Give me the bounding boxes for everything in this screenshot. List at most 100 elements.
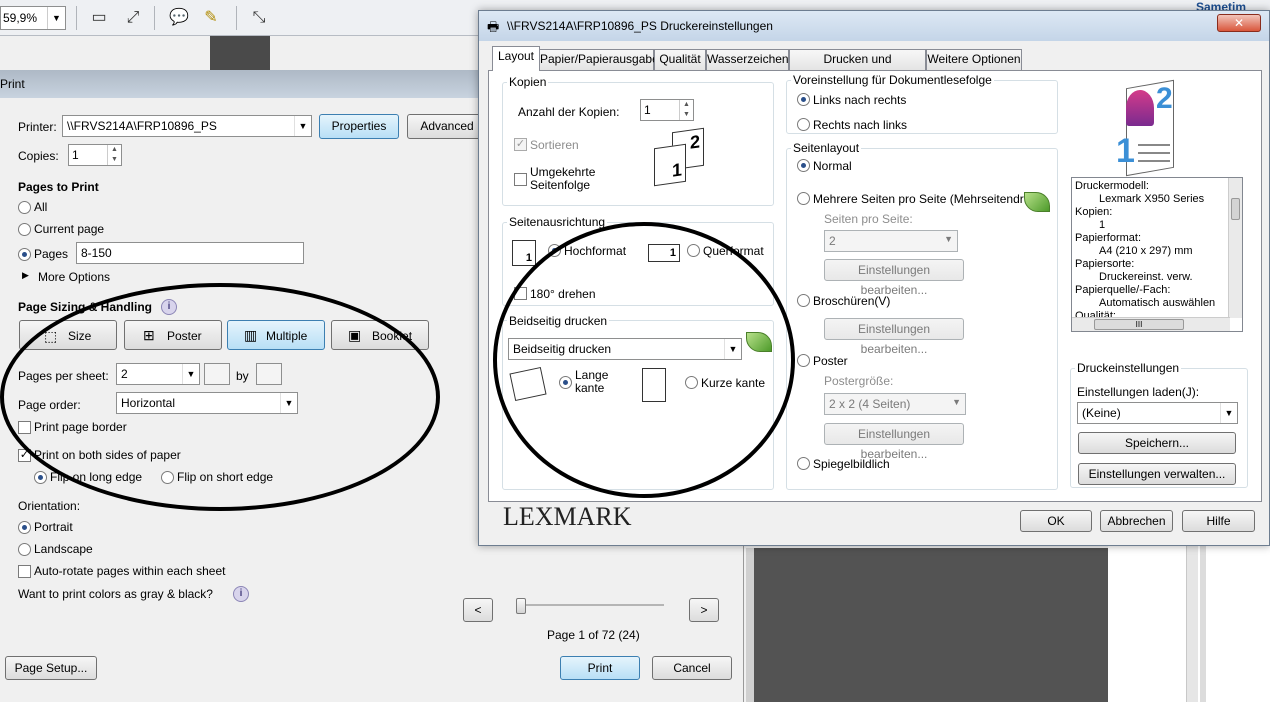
tab-layout[interactable]: Layout <box>492 46 540 71</box>
horizontal-scrollbar[interactable]: III <box>1072 317 1230 331</box>
scroll-thumb[interactable]: III <box>1094 319 1184 330</box>
speichern-button[interactable]: Speichern... <box>1078 432 1236 454</box>
document-gutter <box>746 548 754 702</box>
spin-icon[interactable]: ▲ ▼ <box>679 100 693 120</box>
next-page-button[interactable]: > <box>689 598 719 622</box>
page-two-label: 2 <box>1156 82 1173 115</box>
auto-rotate-label: Auto-rotate pages within each sheet <box>34 564 226 578</box>
pages-radio[interactable] <box>18 248 31 261</box>
info-line: Papierquelle/-Fach: <box>1075 284 1171 296</box>
printer-label: Printer: <box>18 120 57 134</box>
links-nach-rechts-radio[interactable] <box>797 93 810 106</box>
poster-radio[interactable] <box>797 354 810 367</box>
einstellungen-verwalten-button[interactable]: Einstellungen verwalten... <box>1078 463 1236 485</box>
comment-icon[interactable]: 💬 <box>168 7 190 29</box>
gray-question-label: Want to print colors as gray & black? <box>18 587 213 601</box>
info-line: A4 (210 x 297) mm <box>1099 245 1193 257</box>
printer-select[interactable]: \\FRVS214A\FRP10896_PS ▼ <box>62 115 312 137</box>
zoom-combo[interactable]: 59,9% ▼ <box>0 6 66 30</box>
einstellungen-bearbeiten-button[interactable]: Einstellungen bearbeiten... <box>824 423 964 461</box>
more-options-link[interactable]: More Options <box>38 270 110 284</box>
page-indicator: Page 1 of 72 (24) <box>547 628 640 642</box>
previous-page-button[interactable]: < <box>463 598 493 622</box>
current-page-radio[interactable] <box>18 223 31 236</box>
seiten-pro-seite-select[interactable]: 2 ▼ <box>824 230 958 252</box>
einstellungen-bearbeiten-button[interactable]: Einstellungen bearbeiten... <box>824 259 964 297</box>
chevron-down-icon[interactable]: ▼ <box>294 116 311 136</box>
expand-triangle-icon[interactable]: ▶ <box>22 270 29 281</box>
mehrere-seiten-radio[interactable] <box>797 192 810 205</box>
fit-width-icon[interactable]: ⤢ <box>122 7 144 29</box>
landscape-radio[interactable] <box>18 543 31 556</box>
seitenausrichtung-heading: Seitenausrichtung <box>507 215 608 229</box>
postergroesse-label: Postergröße: <box>824 374 894 388</box>
chevron-down-icon[interactable]: ▼ <box>1220 403 1237 423</box>
scroll-thumb[interactable] <box>1231 198 1240 220</box>
document-background <box>210 36 270 70</box>
info-line: Druckereinst. verw. <box>1099 271 1193 283</box>
page-slider-track[interactable] <box>518 604 664 606</box>
info-line: Lexmark X950 Series <box>1099 193 1205 205</box>
rechts-nach-links-radio[interactable] <box>797 118 810 131</box>
all-radio[interactable] <box>18 201 31 214</box>
abbrechen-button[interactable]: Abbrechen <box>1100 510 1173 532</box>
einstellungen-bearbeiten-button[interactable]: Einstellungen bearbeiten... <box>824 318 964 356</box>
pages-range-input[interactable]: 8-150 <box>76 242 304 264</box>
zoom-value: 59,9% <box>3 11 38 25</box>
spiegelbildlich-radio[interactable] <box>797 457 810 470</box>
chevron-down-icon[interactable]: ▼ <box>952 397 961 407</box>
highlight-icon[interactable]: ✎ <box>200 7 222 29</box>
tab-papier[interactable]: Papier/Papierausgabe <box>539 49 659 70</box>
info-line: Papiersorte: <box>1075 258 1135 270</box>
properties-button[interactable]: Properties <box>319 114 399 139</box>
ok-button[interactable]: OK <box>1020 510 1092 532</box>
tab-wasserzeichen[interactable]: Wasserzeichen <box>706 49 789 70</box>
sortieren-checkbox[interactable]: ✓ <box>514 138 527 151</box>
portrait-radio[interactable] <box>18 521 31 534</box>
flip-long-edge-radio[interactable] <box>34 471 47 484</box>
broschueren-radio[interactable] <box>797 294 810 307</box>
tab-qualitaet[interactable]: Qualität <box>654 49 706 70</box>
advanced-button[interactable]: Advanced <box>407 114 487 139</box>
chevron-down-icon[interactable]: ▼ <box>944 234 953 244</box>
anzahl-stepper[interactable]: 1 ▲ ▼ <box>640 99 694 121</box>
cancel-button[interactable]: Cancel <box>652 656 732 680</box>
layout-preview-icon: 2 1 <box>1112 76 1192 177</box>
chevron-down-icon[interactable]: ▼ <box>47 7 65 29</box>
pages-to-print-heading: Pages to Print <box>18 180 99 194</box>
info-icon[interactable]: i <box>233 586 249 602</box>
expand-icon[interactable]: ⤡ <box>248 7 270 29</box>
normal-radio[interactable] <box>797 159 810 172</box>
spin-icon[interactable]: ▲ ▼ <box>107 145 121 165</box>
lexmark-titlebar: 🖶 \\FRVS214A\FRP10896_PS Druckereinstell… <box>479 11 1269 41</box>
umgekehrt-checkbox[interactable] <box>514 173 527 186</box>
copies-stepper[interactable]: 1 ▲ ▼ <box>68 144 122 166</box>
print-button[interactable]: Print <box>560 656 640 680</box>
links-nach-rechts-label: Links nach rechts <box>813 93 907 107</box>
portrait-page-icon: 1 <box>512 240 536 266</box>
current-page-label: Current page <box>34 222 105 236</box>
einstellungen-laden-select[interactable]: (Keine) ▼ <box>1077 402 1238 424</box>
druckeinstellungen-heading: Druckeinstellungen <box>1075 361 1182 375</box>
document-preview-area <box>754 548 1108 702</box>
tab-drucken-zurueckhalten[interactable]: Drucken und Zurückhalten <box>789 49 926 85</box>
normal-label: Normal <box>813 159 852 173</box>
close-icon[interactable]: ✕ <box>1217 14 1261 32</box>
printer-icon: 🖶 <box>487 19 500 34</box>
tab-weitere-optionen[interactable]: Weitere Optionen <box>926 49 1022 70</box>
annotation-ellipse <box>0 283 440 511</box>
toolbar-separator <box>236 6 237 30</box>
auto-rotate-checkbox[interactable] <box>18 565 31 578</box>
landscape-label: Landscape <box>34 542 93 556</box>
sortieren-label: Sortieren <box>530 138 579 152</box>
page-slider-thumb[interactable] <box>516 598 526 614</box>
portrait-label: Portrait <box>34 520 73 534</box>
mehrere-seiten-label: Mehrere Seiten pro Seite (Mehrseitendruc… <box>813 192 1047 206</box>
postergroesse-select[interactable]: 2 x 2 (4 Seiten) ▼ <box>824 393 966 415</box>
umgekehrt-label: Umgekehrte Seitenfolge <box>530 165 596 192</box>
toolbar-separator <box>76 6 77 30</box>
fit-page-icon[interactable]: ▭ <box>88 7 110 29</box>
page-setup-button[interactable]: Page Setup... <box>5 656 97 680</box>
vertical-scrollbar[interactable] <box>1228 178 1242 318</box>
hilfe-button[interactable]: Hilfe <box>1182 510 1255 532</box>
